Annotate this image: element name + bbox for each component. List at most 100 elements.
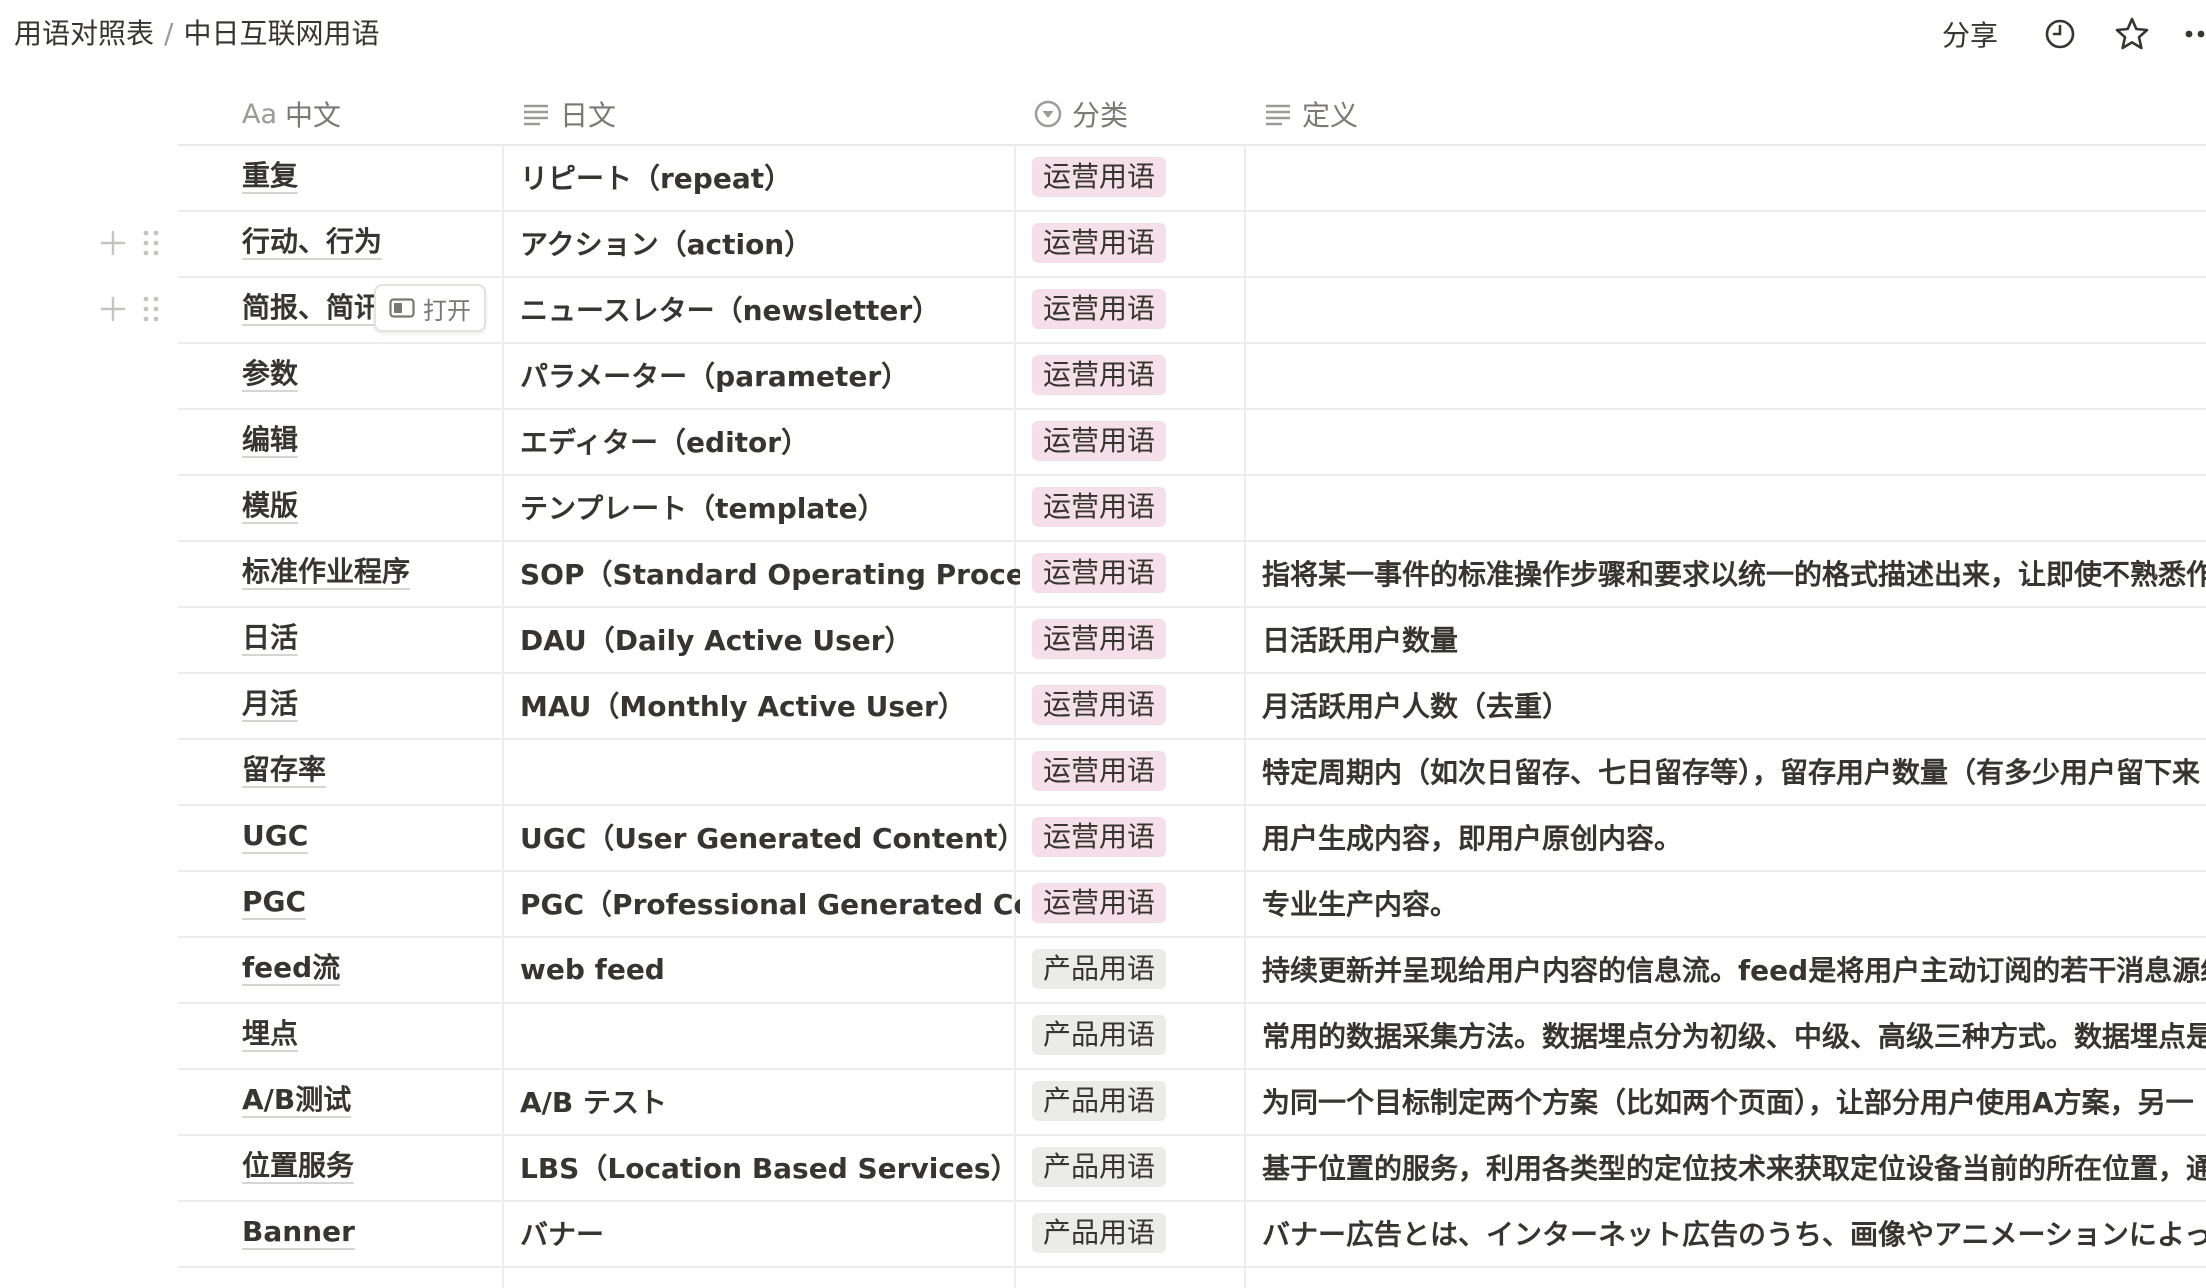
- cell-japanese[interactable]: PGC（Professional Generated Conten: [520, 870, 1020, 936]
- cell-category[interactable]: 运营用语: [1032, 606, 1246, 672]
- page-title-link[interactable]: 编辑: [242, 424, 299, 458]
- cell-japanese[interactable]: MAU（Monthly Active User）: [520, 672, 1020, 738]
- add-row-icon[interactable]: [98, 294, 128, 324]
- cell-category[interactable]: 运营用语: [1032, 210, 1246, 276]
- cell-category[interactable]: 产品用语: [1032, 1068, 1246, 1134]
- page-title-link[interactable]: 位置服务: [242, 1150, 355, 1184]
- cell-chinese[interactable]: 重复: [242, 144, 502, 210]
- table-row[interactable]: 标准作业程序 SOP（Standard Operating Procedure 运营…: [178, 540, 2206, 608]
- cell-chinese[interactable]: UGC: [242, 804, 502, 870]
- cell-chinese[interactable]: A/B测试: [242, 1068, 502, 1134]
- cell-category[interactable]: 产品用语: [1032, 1200, 1246, 1266]
- cell-japanese[interactable]: エディター（editor）: [520, 408, 1020, 474]
- table-row[interactable]: 留存率 运营用语 特定周期内（如次日留存、七日留存等），留存用户数量（有多少用户留下…: [178, 738, 2206, 806]
- cell-category[interactable]: 运营用语: [1032, 738, 1246, 804]
- cell-definition[interactable]: 持续更新并呈现给用户内容的信息流。feed是将用户主动订阅的若干消息源组: [1262, 936, 2206, 1002]
- table-row[interactable]: 日活 DAU（Daily Active User） 运营用语 日活跃用户数量: [178, 606, 2206, 674]
- open-page-button[interactable]: 打开: [374, 284, 486, 332]
- cell-definition[interactable]: [1262, 474, 2206, 540]
- cell-definition[interactable]: 特定周期内（如次日留存、七日留存等），留存用户数量（有多少用户留下来: [1262, 738, 2206, 804]
- cell-definition[interactable]: [1262, 342, 2206, 408]
- cell-chinese[interactable]: 留存率: [242, 738, 502, 804]
- page-title-link[interactable]: Banner: [242, 1216, 355, 1250]
- cell-definition[interactable]: 月活跃用户人数（去重）: [1262, 672, 2206, 738]
- page-title-link[interactable]: UGC: [242, 820, 309, 854]
- cell-japanese[interactable]: A/B テスト: [520, 1068, 1020, 1134]
- cell-chinese[interactable]: 模版: [242, 474, 502, 540]
- cell-chinese[interactable]: 参数: [242, 342, 502, 408]
- column-header-definition[interactable]: 定义: [1264, 84, 1358, 144]
- cell-chinese[interactable]: 位置服务: [242, 1134, 502, 1200]
- history-icon[interactable]: [2040, 14, 2080, 54]
- breadcrumb-parent[interactable]: 用语对照表: [14, 17, 154, 50]
- cell-category[interactable]: 运营用语: [1032, 408, 1246, 474]
- cell-japanese[interactable]: SOP（Standard Operating Procedure: [520, 540, 1020, 606]
- cell-definition[interactable]: [1262, 144, 2206, 210]
- cell-chinese[interactable]: 行动、行为: [242, 210, 502, 276]
- page-title-link[interactable]: 埋点: [242, 1018, 299, 1052]
- cell-category[interactable]: 运营用语: [1032, 276, 1246, 342]
- cell-category[interactable]: 运营用语: [1032, 540, 1246, 606]
- cell-japanese[interactable]: ニュースレター（newsletter）: [520, 276, 1020, 342]
- cell-japanese[interactable]: UGC（User Generated Content）: [520, 804, 1020, 870]
- column-header-japanese[interactable]: 日文: [522, 84, 616, 144]
- page-title-link[interactable]: A/B测试: [242, 1084, 352, 1118]
- cell-category[interactable]: 运营用语: [1032, 342, 1246, 408]
- breadcrumb-current[interactable]: 中日互联网用语: [183, 17, 379, 50]
- table-row[interactable]: 编辑 エディター（editor） 运营用语: [178, 408, 2206, 476]
- page-title-link[interactable]: 月活: [242, 688, 299, 722]
- more-icon[interactable]: [2184, 14, 2206, 54]
- cell-japanese[interactable]: web feed: [520, 936, 1020, 1002]
- table-row[interactable]: 模版 テンプレート（template） 运营用语: [178, 474, 2206, 542]
- cell-definition[interactable]: [1262, 408, 2206, 474]
- cell-category[interactable]: 产品用语: [1032, 1134, 1246, 1200]
- table-row[interactable]: 参数 パラメーター（parameter） 运营用语: [178, 342, 2206, 410]
- cell-japanese[interactable]: [520, 738, 1020, 804]
- cell-category[interactable]: 运营用语: [1032, 144, 1246, 210]
- column-header-chinese[interactable]: Aa 中文: [242, 84, 341, 144]
- cell-chinese[interactable]: 标准作业程序: [242, 540, 502, 606]
- cell-category[interactable]: 运营用语: [1032, 804, 1246, 870]
- cell-category[interactable]: 运营用语: [1032, 672, 1246, 738]
- cell-definition[interactable]: 常用的数据采集方法。数据埋点分为初级、中级、高级三种方式。数据埋点是: [1262, 1002, 2206, 1068]
- share-button[interactable]: 分享: [1942, 14, 1998, 54]
- cell-definition[interactable]: 为同一个目标制定两个方案（比如两个页面），让部分用户使用A方案，另一: [1262, 1068, 2206, 1134]
- page-title-link[interactable]: 参数: [242, 358, 299, 392]
- page-title-link[interactable]: 日活: [242, 622, 299, 656]
- cell-definition[interactable]: 日活跃用户数量: [1262, 606, 2206, 672]
- table-row[interactable]: PGC PGC（Professional Generated Conten 运营用语…: [178, 870, 2206, 938]
- column-header-category[interactable]: 分类: [1034, 84, 1128, 144]
- page-title-link[interactable]: 模版: [242, 490, 299, 524]
- cell-category[interactable]: 产品用语: [1032, 1002, 1246, 1068]
- table-row[interactable]: 月活 MAU（Monthly Active User） 运营用语 月活跃用户人数（去重…: [178, 672, 2206, 740]
- table-row[interactable]: Banner バナー 产品用语 バナー広告とは、インターネット広告のうち、画像やアニメ…: [178, 1200, 2206, 1268]
- star-icon[interactable]: [2112, 14, 2152, 54]
- drag-handle-icon[interactable]: [142, 294, 160, 324]
- cell-definition[interactable]: 基于位置的服务，利用各类型的定位技术来获取定位设备当前的所在位置，通: [1262, 1134, 2206, 1200]
- cell-chinese[interactable]: 日活: [242, 606, 502, 672]
- cell-category[interactable]: 运营用语: [1032, 474, 1246, 540]
- cell-definition[interactable]: 指将某一事件的标准操作步骤和要求以统一的格式描述出来，让即使不熟悉作: [1262, 540, 2206, 606]
- table-row[interactable]: 埋点 产品用语 常用的数据采集方法。数据埋点分为初级、中级、高级三种方式。数据埋点是: [178, 1002, 2206, 1070]
- cell-chinese[interactable]: Banner: [242, 1200, 502, 1266]
- page-title-link[interactable]: 留存率: [242, 754, 327, 788]
- cell-chinese[interactable]: PGC: [242, 870, 502, 936]
- cell-chinese[interactable]: 埋点: [242, 1002, 502, 1068]
- table-row[interactable]: 行动、行为 アクション（action） 运营用语: [100, 210, 2206, 278]
- cell-definition[interactable]: [1262, 210, 2206, 276]
- table-row[interactable]: A/B测试 A/B テスト 产品用语 为同一个目标制定两个方案（比如两个页面），让部分…: [178, 1068, 2206, 1136]
- cell-japanese[interactable]: アクション（action）: [520, 210, 1020, 276]
- cell-chinese[interactable]: feed流: [242, 936, 502, 1002]
- cell-definition[interactable]: バナー広告とは、インターネット広告のうち、画像やアニメーションによっ: [1262, 1200, 2206, 1266]
- table-row[interactable]: 简报、简讯 ニュースレター（newsletter） 运营用语 打开: [100, 276, 2206, 344]
- cell-category[interactable]: 产品用语: [1032, 936, 1246, 1002]
- cell-japanese[interactable]: バナー: [520, 1200, 1020, 1266]
- page-title-link[interactable]: feed流: [242, 952, 341, 986]
- page-title-link[interactable]: 重复: [242, 160, 299, 194]
- cell-japanese[interactable]: リピート（repeat）: [520, 144, 1020, 210]
- add-row-icon[interactable]: [98, 228, 128, 258]
- cell-chinese[interactable]: 编辑: [242, 408, 502, 474]
- cell-chinese[interactable]: 月活: [242, 672, 502, 738]
- table-row[interactable]: 重复 リピート（repeat） 运营用语: [178, 144, 2206, 212]
- cell-definition[interactable]: 用户生成内容，即用户原创内容。: [1262, 804, 2206, 870]
